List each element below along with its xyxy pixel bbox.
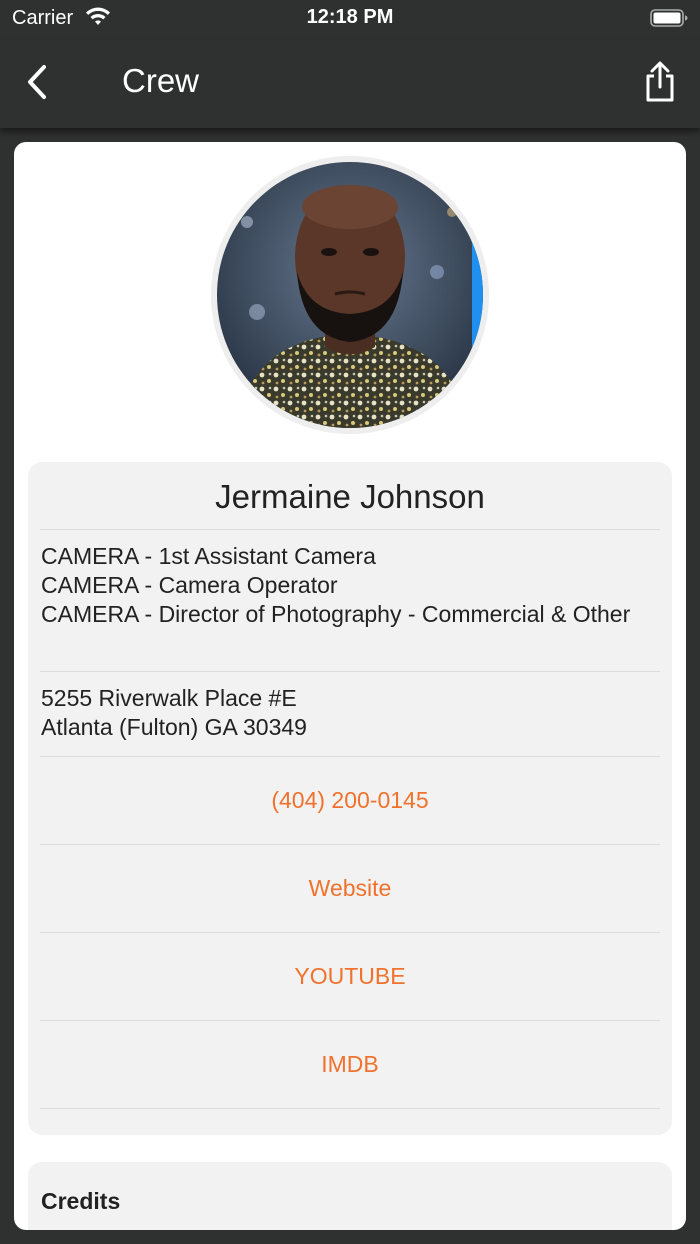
credits-title: Credits	[41, 1188, 121, 1214]
avatar	[217, 162, 483, 428]
back-button[interactable]	[18, 58, 62, 106]
navigation-bar: Crew	[0, 40, 700, 128]
roles-list: CAMERA - 1st Assistant Camera CAMERA - C…	[41, 542, 651, 629]
website-link[interactable]: Website	[40, 845, 660, 932]
divider	[40, 671, 660, 672]
status-bar: Carrier 12:18 PM	[0, 0, 700, 40]
role-item: CAMERA - Director of Photography - Comme…	[41, 601, 631, 627]
role-item: CAMERA - 1st Assistant Camera	[41, 543, 376, 569]
status-time: 12:18 PM	[306, 6, 394, 28]
phone-link[interactable]: (404) 200-0145	[40, 757, 660, 844]
profile-card: Jermaine Johnson CAMERA - 1st Assistant …	[14, 142, 686, 1230]
address-block: 5255 Riverwalk Place #E Atlanta (Fulton)…	[41, 684, 651, 742]
person-name: Jermaine Johnson	[215, 478, 485, 515]
youtube-link[interactable]: YOUTUBE	[40, 933, 660, 1020]
credits-panel: Credits	[28, 1162, 672, 1230]
share-icon	[646, 61, 674, 102]
page-title: Crew	[122, 62, 200, 99]
avatar-frame	[211, 156, 489, 434]
imdb-link[interactable]: IMDB	[40, 1021, 660, 1108]
divider	[40, 529, 660, 530]
contact-info-panel: Jermaine Johnson CAMERA - 1st Assistant …	[28, 462, 672, 1135]
share-button[interactable]	[642, 60, 678, 104]
address-line-1: 5255 Riverwalk Place #E	[41, 685, 297, 711]
battery-icon	[650, 9, 688, 27]
address-line-2: Atlanta (Fulton) GA 30349	[41, 714, 307, 740]
role-item: CAMERA - Camera Operator	[41, 572, 338, 598]
chevron-left-icon	[28, 65, 46, 99]
divider	[40, 1108, 660, 1109]
